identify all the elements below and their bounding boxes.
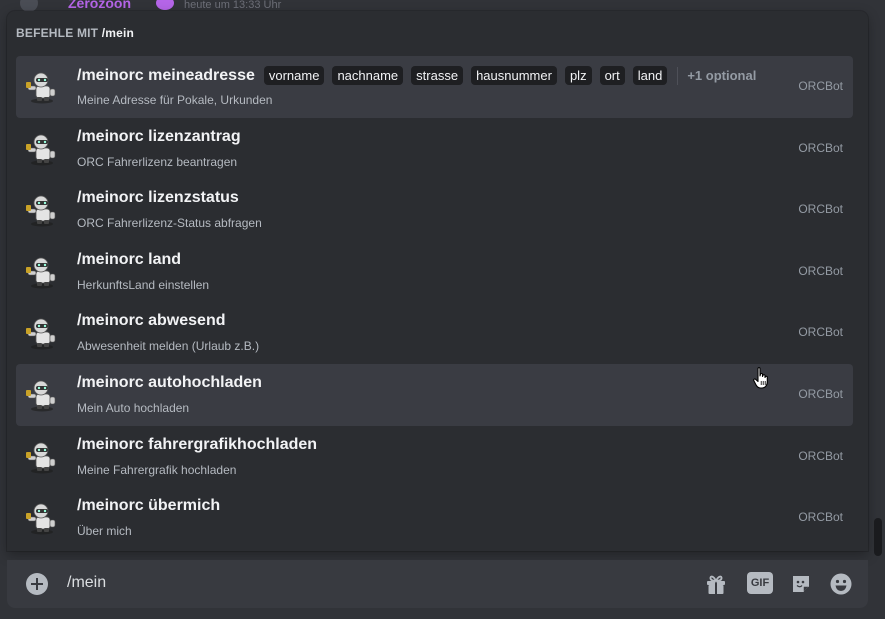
command-title: /meinorc lizenzstatus — [77, 189, 248, 207]
command-item[interactable]: /meinorc lizenzstatus ORC Fahrerlizenz-S… — [16, 179, 853, 241]
sticker-icon[interactable] — [789, 572, 813, 596]
bot-avatar-icon — [26, 72, 56, 104]
command-description: Meine Fahrergrafik hochladen — [77, 462, 237, 477]
bot-avatar-icon — [26, 380, 56, 412]
command-description: Meine Adresse für Pokale, Urkunden — [77, 93, 273, 107]
command-source: ORCBot — [798, 202, 843, 217]
optional-divider — [677, 66, 679, 85]
add-attachment-button[interactable] — [26, 573, 48, 595]
param-pill: ort — [599, 66, 625, 85]
command-title: /meinorc übermich — [77, 497, 229, 515]
param-pill: hausnummer — [471, 66, 557, 85]
bot-avatar-icon — [26, 442, 56, 474]
param-pill: plz — [564, 66, 592, 85]
param-pill: land — [632, 66, 668, 85]
command-source: ORCBot — [798, 263, 843, 278]
command-title: /meinorc land — [77, 251, 190, 269]
plus-icon — [31, 578, 43, 590]
command-source: ORCBot — [798, 386, 843, 401]
gift-icon[interactable] — [704, 572, 728, 596]
command-description: Mein Auto hochladen — [77, 400, 190, 415]
command-name: /meinorc lizenzantrag — [77, 127, 241, 145]
param-pill: vorname — [263, 66, 325, 85]
command-title: /meinorc fahrergrafikhochladen — [77, 436, 326, 454]
command-title: /meinorc meineadresse vorname nachname s… — [77, 66, 756, 85]
chat-input-bar: /mein GIF — [7, 560, 868, 608]
command-source: ORCBot — [798, 79, 843, 93]
message-input[interactable]: /mein — [67, 574, 106, 592]
command-name: /meinorc land — [77, 250, 182, 268]
command-autocomplete-popup: BEFEHLE MIT /mein /meinorc meineadresse … — [7, 11, 868, 551]
param-pill: nachname — [332, 66, 404, 85]
command-item[interactable]: /meinorc abwesend Abwesenheit melden (Ur… — [16, 302, 853, 364]
param-pill: strasse — [411, 66, 464, 85]
bot-avatar-icon — [26, 257, 56, 289]
command-title: /meinorc abwesend — [77, 312, 235, 330]
command-name: /meinorc übermich — [77, 497, 221, 515]
popup-header-query: /mein — [101, 26, 135, 40]
command-title: /meinorc lizenzantrag — [77, 128, 250, 146]
command-name: /meinorc abwesend — [77, 312, 226, 330]
bot-avatar-icon — [26, 195, 56, 227]
hand-cursor-icon — [753, 367, 768, 389]
command-item[interactable]: /meinorc lizenzantrag ORC Fahrerlizenz b… — [16, 118, 853, 180]
scrollbar-thumb[interactable] — [874, 518, 882, 556]
optional-params-label: +1 optional — [687, 68, 757, 83]
command-description: HerkunftsLand einstellen — [77, 277, 210, 292]
command-list: /meinorc meineadresse vorname nachname s… — [16, 56, 853, 549]
command-item[interactable]: /meinorc meineadresse vorname nachname s… — [16, 56, 853, 118]
gif-label: GIF — [750, 577, 770, 589]
command-item[interactable]: /meinorc autohochladen Mein Auto hochlad… — [16, 363, 853, 426]
popup-header: BEFEHLE MIT /mein — [16, 26, 134, 40]
command-name: /meinorc meineadresse — [77, 66, 255, 84]
command-title: /meinorc autohochladen — [77, 374, 271, 392]
bot-avatar-icon — [26, 503, 56, 535]
command-name: /meinorc autohochladen — [77, 373, 262, 391]
popup-header-prefix: BEFEHLE MIT — [16, 26, 99, 40]
command-source: ORCBot — [798, 325, 843, 340]
bot-avatar-icon — [26, 318, 56, 350]
command-item[interactable]: /meinorc fahrergrafikhochladen Meine Fah… — [16, 426, 853, 488]
command-source: ORCBot — [798, 448, 843, 463]
background-author: Zerozoon — [68, 0, 131, 11]
command-description: Über mich — [77, 524, 132, 539]
command-source: ORCBot — [798, 510, 843, 525]
command-source: ORCBot — [798, 140, 843, 155]
command-description: ORC Fahrerlizenz-Status abfragen — [77, 216, 262, 231]
command-description: ORC Fahrerlizenz beantragen — [77, 154, 238, 169]
command-item[interactable]: /meinorc übermich Über mich ORCBot — [16, 487, 853, 549]
gif-button[interactable]: GIF — [747, 572, 773, 594]
command-description: Abwesenheit melden (Urlaub z.B.) — [77, 339, 260, 354]
command-name: /meinorc lizenzstatus — [77, 189, 239, 207]
emoji-icon[interactable] — [829, 572, 853, 596]
background-badge-icon — [156, 0, 174, 10]
bot-avatar-icon — [26, 134, 56, 166]
command-item[interactable]: /meinorc land HerkunftsLand einstellen O… — [16, 241, 853, 303]
command-name: /meinorc fahrergrafikhochladen — [77, 435, 318, 453]
